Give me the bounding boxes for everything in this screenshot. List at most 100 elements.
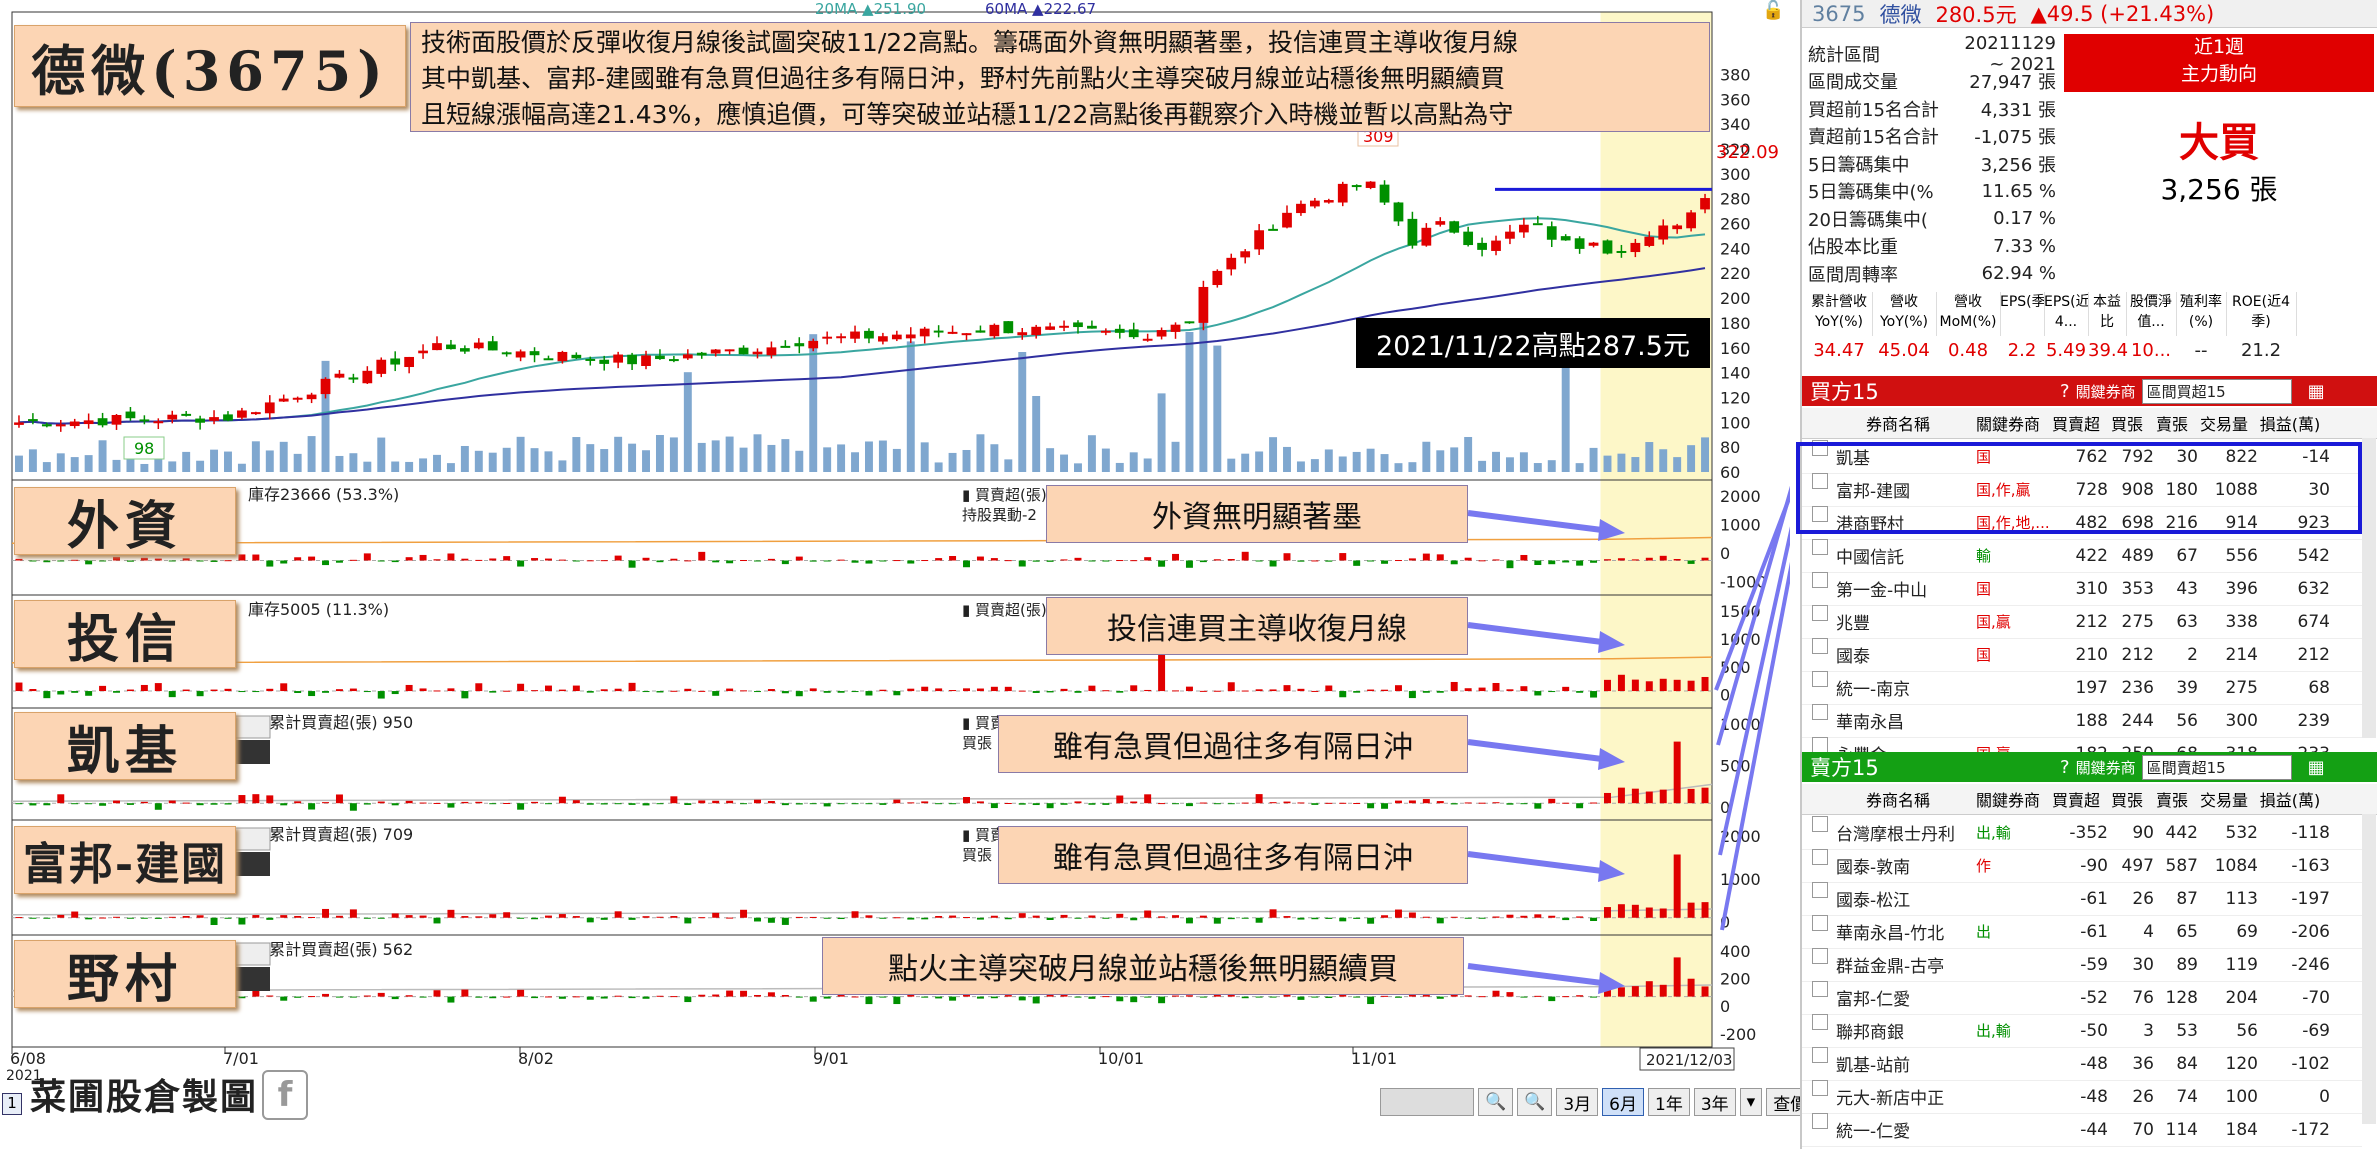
row-checkbox[interactable] <box>1812 816 1828 832</box>
table-row[interactable]: 凱基-站前 -48 36 84 120 -102 <box>1802 1047 2362 1081</box>
table-cell: 197 <box>2075 677 2108 698</box>
row-checkbox[interactable] <box>1812 605 1828 621</box>
column-header[interactable]: 買賣超 <box>2048 784 2104 814</box>
fin-value: 21.2 <box>2240 340 2282 361</box>
row-checkbox[interactable] <box>1812 737 1828 753</box>
row-checkbox[interactable] <box>1812 1080 1828 1096</box>
panel-toggle[interactable] <box>233 942 271 966</box>
flow-bar <box>1367 560 1375 562</box>
column-header[interactable]: 買張 <box>2104 408 2150 438</box>
row-checkbox[interactable] <box>1812 704 1828 720</box>
flow-bar <box>1506 803 1514 805</box>
table-row[interactable]: 群益金鼎-古亭 -59 30 89 119 -246 <box>1802 948 2362 982</box>
zoom-in-icon[interactable]: 🔍 <box>1517 1088 1553 1116</box>
volume-bar <box>28 449 37 472</box>
row-checkbox[interactable] <box>1812 882 1828 898</box>
table-row[interactable]: 中國信託 輸 422 489 67 556 542 <box>1802 539 2362 573</box>
period-6m-button[interactable]: 6月 <box>1602 1088 1644 1116</box>
flow-bar <box>1450 681 1458 692</box>
sell-range-select[interactable]: 區間賣超15 <box>2141 754 2292 780</box>
zoom-out-icon[interactable]: 🔍 <box>1478 1088 1514 1116</box>
row-checkbox[interactable] <box>1812 948 1828 964</box>
panel-toggle-dark[interactable] <box>234 740 270 764</box>
column-header[interactable]: 券商名稱 <box>1828 408 1968 438</box>
buy-grid-icon[interactable]: ▦ <box>2308 381 2325 402</box>
table-row[interactable]: 聯邦商銀 出,輸 -50 3 53 56 -69 <box>1802 1014 2362 1048</box>
table-row[interactable]: 華南永昌 188 244 56 300 239 <box>1802 704 2362 738</box>
flow-bar <box>1116 996 1124 1002</box>
panel-toggle-dark[interactable] <box>234 967 270 991</box>
column-header[interactable]: 損益(萬) <box>2254 784 2326 814</box>
flow-bar <box>349 688 357 692</box>
flow-bar <box>990 915 998 918</box>
key-broker-filter[interactable]: 關鍵券商 <box>2076 757 2136 778</box>
table-row[interactable]: 統一-南京 197 236 39 275 68 <box>1802 671 2362 705</box>
page-number[interactable]: 1 <box>2 1093 22 1115</box>
table-row[interactable]: 元大-新店中正 -48 26 74 100 0 <box>1802 1080 2362 1114</box>
period-dropdown-icon[interactable]: ▾ <box>1739 1088 1763 1116</box>
table-row[interactable]: 國泰-敦南 作 -90 497 587 1084 -163 <box>1802 849 2362 883</box>
table-row[interactable]: 華南永昌-竹北 出 -61 4 65 69 -206 <box>1802 915 2362 949</box>
help-icon[interactable]: ? <box>2060 757 2070 778</box>
sell-grid-icon[interactable]: ▦ <box>2308 757 2325 778</box>
table-row[interactable]: 富邦-仁愛 -52 76 128 204 -70 <box>1802 981 2362 1015</box>
ma20-legend: 20MA ▲251.90 <box>815 0 927 18</box>
row-checkbox[interactable] <box>1812 1113 1828 1129</box>
flow-bar <box>656 691 664 693</box>
flow-bar <box>447 996 455 1003</box>
column-header[interactable]: 買張 <box>2104 784 2150 814</box>
row-checkbox[interactable] <box>1812 1014 1828 1030</box>
row-checkbox[interactable] <box>1812 1047 1828 1063</box>
table-row[interactable]: 國泰-松江 -61 26 87 113 -197 <box>1802 882 2362 916</box>
stock-name: 德微 <box>1879 2 1922 27</box>
column-header[interactable]: 買賣超 <box>2048 408 2104 438</box>
column-header[interactable]: 賣張 <box>2150 408 2194 438</box>
row-checkbox[interactable] <box>1812 572 1828 588</box>
column-header[interactable]: 賣張 <box>2150 784 2194 814</box>
flow-bar <box>754 799 761 804</box>
column-header[interactable]: 關鍵券商 <box>1968 784 2048 814</box>
column-header[interactable]: 關鍵券商 <box>1968 408 2048 438</box>
column-header[interactable]: 交易量 <box>2194 408 2254 438</box>
column-header[interactable]: 券商名稱 <box>1828 784 1968 814</box>
volume-bar <box>851 452 859 472</box>
row-checkbox[interactable] <box>1812 981 1828 997</box>
table-row[interactable]: 台灣摩根士丹利 出,輸 -352 90 442 532 -118 <box>1802 816 2362 850</box>
week-tab[interactable]: 近1週 <box>2064 34 2374 61</box>
panel-toggle[interactable] <box>233 715 271 739</box>
scroll-slider[interactable] <box>1380 1088 1474 1116</box>
table-row[interactable]: 第一金-中山 国 310 353 43 396 632 <box>1802 572 2362 606</box>
flow-bar <box>586 691 594 693</box>
flow-bar <box>544 685 552 692</box>
row-checkbox[interactable] <box>1812 638 1828 654</box>
period-3m-button[interactable]: 3月 <box>1556 1088 1599 1116</box>
row-checkbox[interactable] <box>1812 539 1828 555</box>
fin-value: 2.2 <box>2007 340 2037 361</box>
fin-value: 10... <box>2130 340 2172 361</box>
column-header[interactable]: 交易量 <box>2194 784 2254 814</box>
row-checkbox[interactable] <box>1812 849 1828 865</box>
table-row[interactable]: 兆豐 国,贏 212 275 63 338 674 <box>1802 605 2362 639</box>
period-3y-button[interactable]: 3年 <box>1693 1088 1736 1116</box>
panel-toggle-dark[interactable] <box>234 852 270 876</box>
flow-bar <box>1617 674 1625 692</box>
candle-body <box>1686 212 1696 229</box>
table-cell: 188 <box>2075 710 2108 731</box>
key-broker-filter[interactable]: 關鍵券商 <box>2076 381 2136 402</box>
buy-range-select[interactable]: 區間買超15 <box>2141 378 2292 404</box>
column-header[interactable]: 損益(萬) <box>2254 408 2326 438</box>
help-icon[interactable]: ? <box>2060 381 2070 402</box>
main-force-box[interactable]: 近1週 主力動向 <box>2064 34 2374 92</box>
row-checkbox[interactable] <box>1812 671 1828 687</box>
table-row[interactable]: 國泰 国 210 212 2 214 212 <box>1802 638 2362 672</box>
table-row[interactable]: 統一-仁愛 -44 70 114 184 -172 <box>1802 1113 2362 1147</box>
flow-bar <box>935 558 943 561</box>
scrollbar[interactable] <box>2362 438 2376 738</box>
flow-bar <box>126 689 134 692</box>
flow-bar <box>1631 679 1639 692</box>
row-checkbox[interactable] <box>1812 915 1828 931</box>
lock-icon[interactable]: 🔓 <box>1762 0 1784 21</box>
scrollbar[interactable] <box>2362 814 2376 1124</box>
panel-toggle[interactable] <box>233 827 271 851</box>
period-1y-button[interactable]: 1年 <box>1648 1088 1690 1116</box>
